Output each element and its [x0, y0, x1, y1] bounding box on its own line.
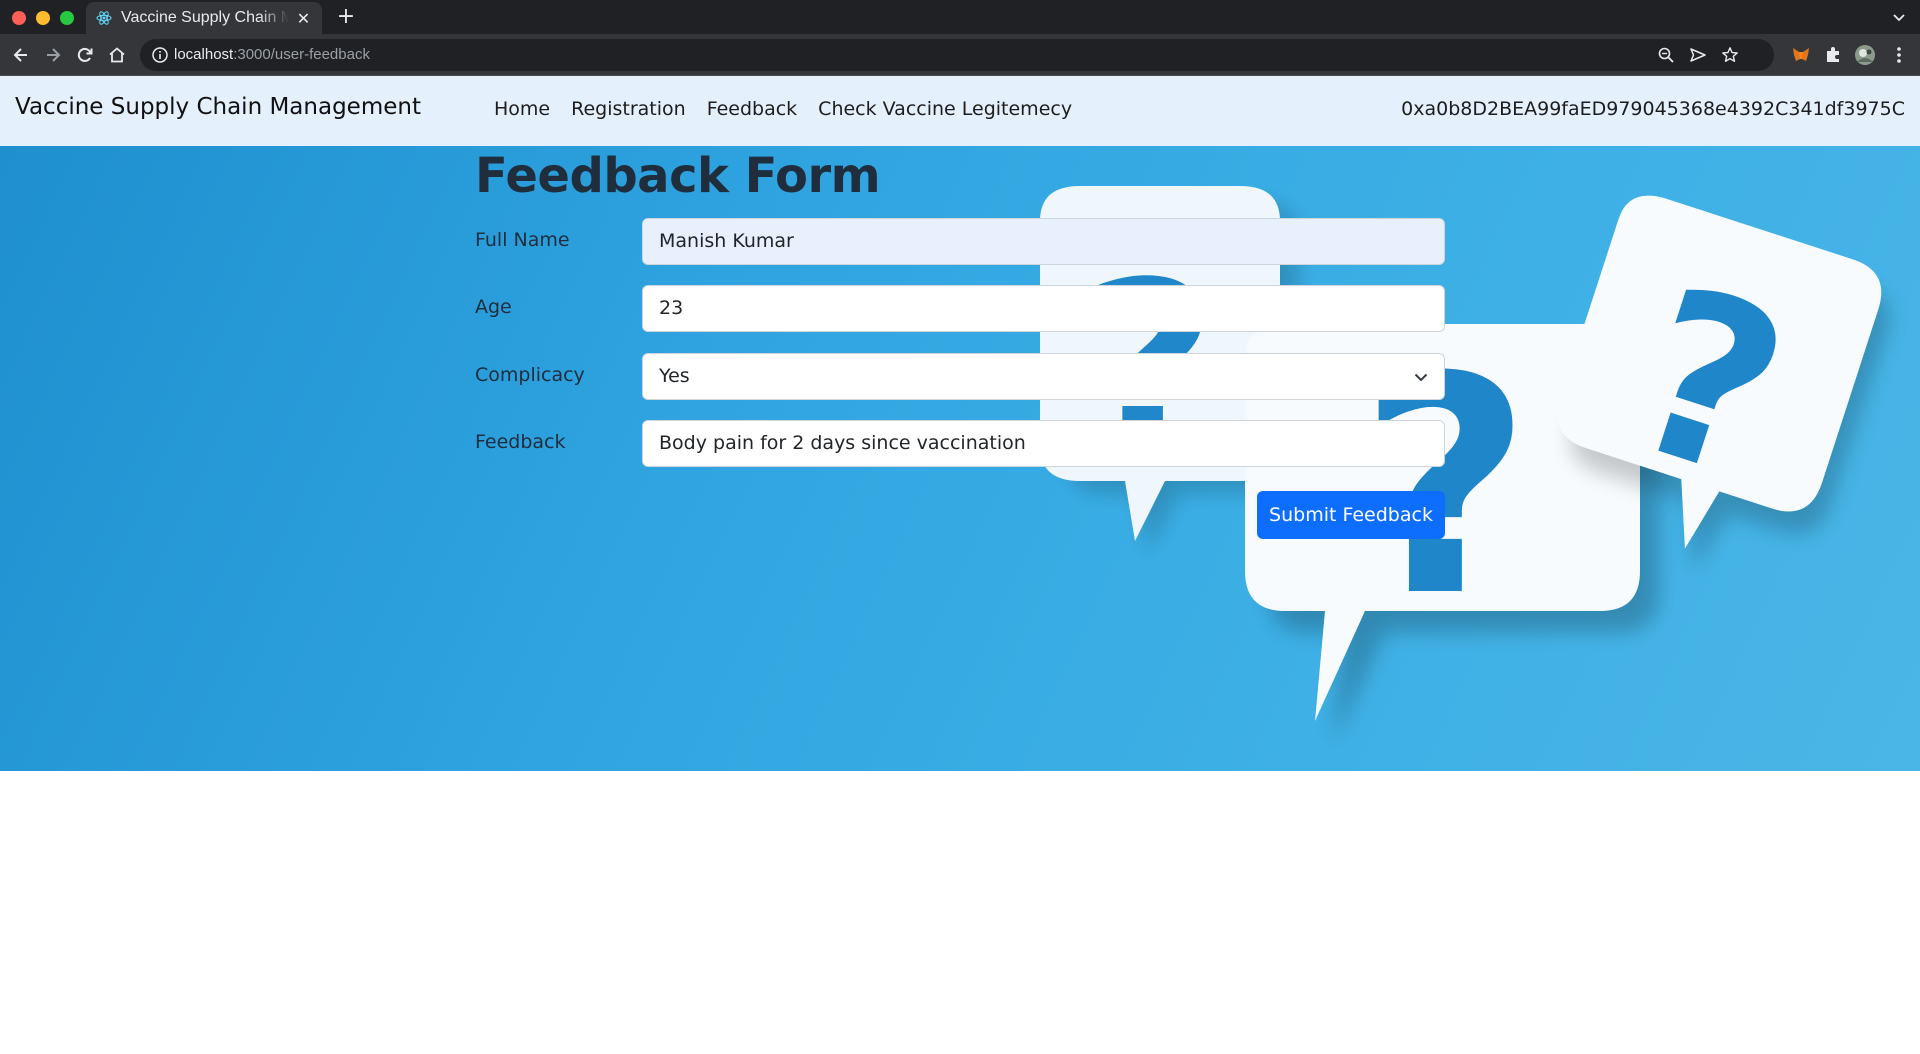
complicacy-selected-value: Yes [659, 365, 690, 387]
forward-icon[interactable] [41, 43, 65, 67]
zoom-icon[interactable] [1656, 45, 1676, 65]
url-text: localhost:3000/user-feedback [174, 46, 370, 63]
browser-tabstrip: Vaccine Supply Chain Management ✕ + [0, 0, 1920, 34]
full-name-label: Full Name [475, 229, 570, 251]
extensions-icon[interactable] [1821, 43, 1845, 67]
age-row: Age 23 [475, 285, 1445, 332]
chevron-down-icon [1414, 373, 1428, 382]
close-window-button[interactable] [12, 11, 26, 25]
browser-tab[interactable]: Vaccine Supply Chain Management ✕ [86, 2, 322, 34]
feedback-row: Feedback Body pain for 2 days since vacc… [475, 420, 1445, 467]
site-brand[interactable]: Vaccine Supply Chain Management [15, 94, 421, 120]
submit-feedback-button[interactable]: Submit Feedback [1257, 491, 1445, 539]
feedback-hero: ? ? ? Feedback Form Full Name Manish Kum… [0, 146, 1920, 771]
new-tab-button[interactable]: + [334, 4, 358, 30]
address-bar[interactable]: localhost:3000/user-feedback [140, 39, 1774, 71]
site-navbar: Vaccine Supply Chain Management Home Reg… [0, 76, 1920, 146]
send-icon[interactable] [1688, 45, 1708, 65]
home-icon[interactable] [105, 43, 129, 67]
tab-title: Vaccine Supply Chain Management [121, 9, 289, 26]
back-icon[interactable] [9, 43, 33, 67]
feedback-input[interactable]: Body pain for 2 days since vaccination [642, 420, 1445, 467]
age-input[interactable]: 23 [642, 285, 1445, 332]
web-page: Vaccine Supply Chain Management Home Reg… [0, 76, 1920, 1054]
metamask-icon[interactable] [1789, 43, 1813, 67]
age-label: Age [475, 296, 512, 318]
maximize-window-button[interactable] [60, 11, 74, 25]
form-title: Feedback Form [475, 148, 881, 204]
full-name-input[interactable]: Manish Kumar [642, 218, 1445, 265]
nav-links: Home Registration Feedback Check Vaccine… [494, 98, 1072, 120]
tab-close-icon[interactable]: ✕ [295, 9, 312, 28]
complicacy-row: Complicacy Yes [475, 353, 1445, 400]
nav-link-check-vaccine[interactable]: Check Vaccine Legitemecy [818, 98, 1072, 120]
feedback-label: Feedback [475, 431, 566, 453]
nav-link-home[interactable]: Home [494, 98, 550, 120]
profile-avatar[interactable] [1853, 43, 1877, 67]
complicacy-label: Complicacy [475, 364, 585, 386]
star-icon[interactable] [1720, 45, 1740, 65]
nav-link-registration[interactable]: Registration [571, 98, 686, 120]
menu-icon[interactable] [1887, 43, 1911, 67]
wallet-account-address: 0xa0b8D2BEA99faED979045368e4392C341df397… [1401, 98, 1905, 120]
browser-toolbar: localhost:3000/user-feedback [0, 34, 1920, 76]
minimize-window-button[interactable] [36, 11, 50, 25]
nav-link-feedback[interactable]: Feedback [707, 98, 797, 120]
info-icon[interactable] [151, 46, 169, 64]
complicacy-select[interactable]: Yes [642, 353, 1445, 400]
full-name-row: Full Name Manish Kumar [475, 218, 1445, 265]
reload-icon[interactable] [73, 43, 97, 67]
tab-search-chevron-icon[interactable] [1890, 8, 1908, 26]
react-favicon-icon [96, 10, 112, 26]
